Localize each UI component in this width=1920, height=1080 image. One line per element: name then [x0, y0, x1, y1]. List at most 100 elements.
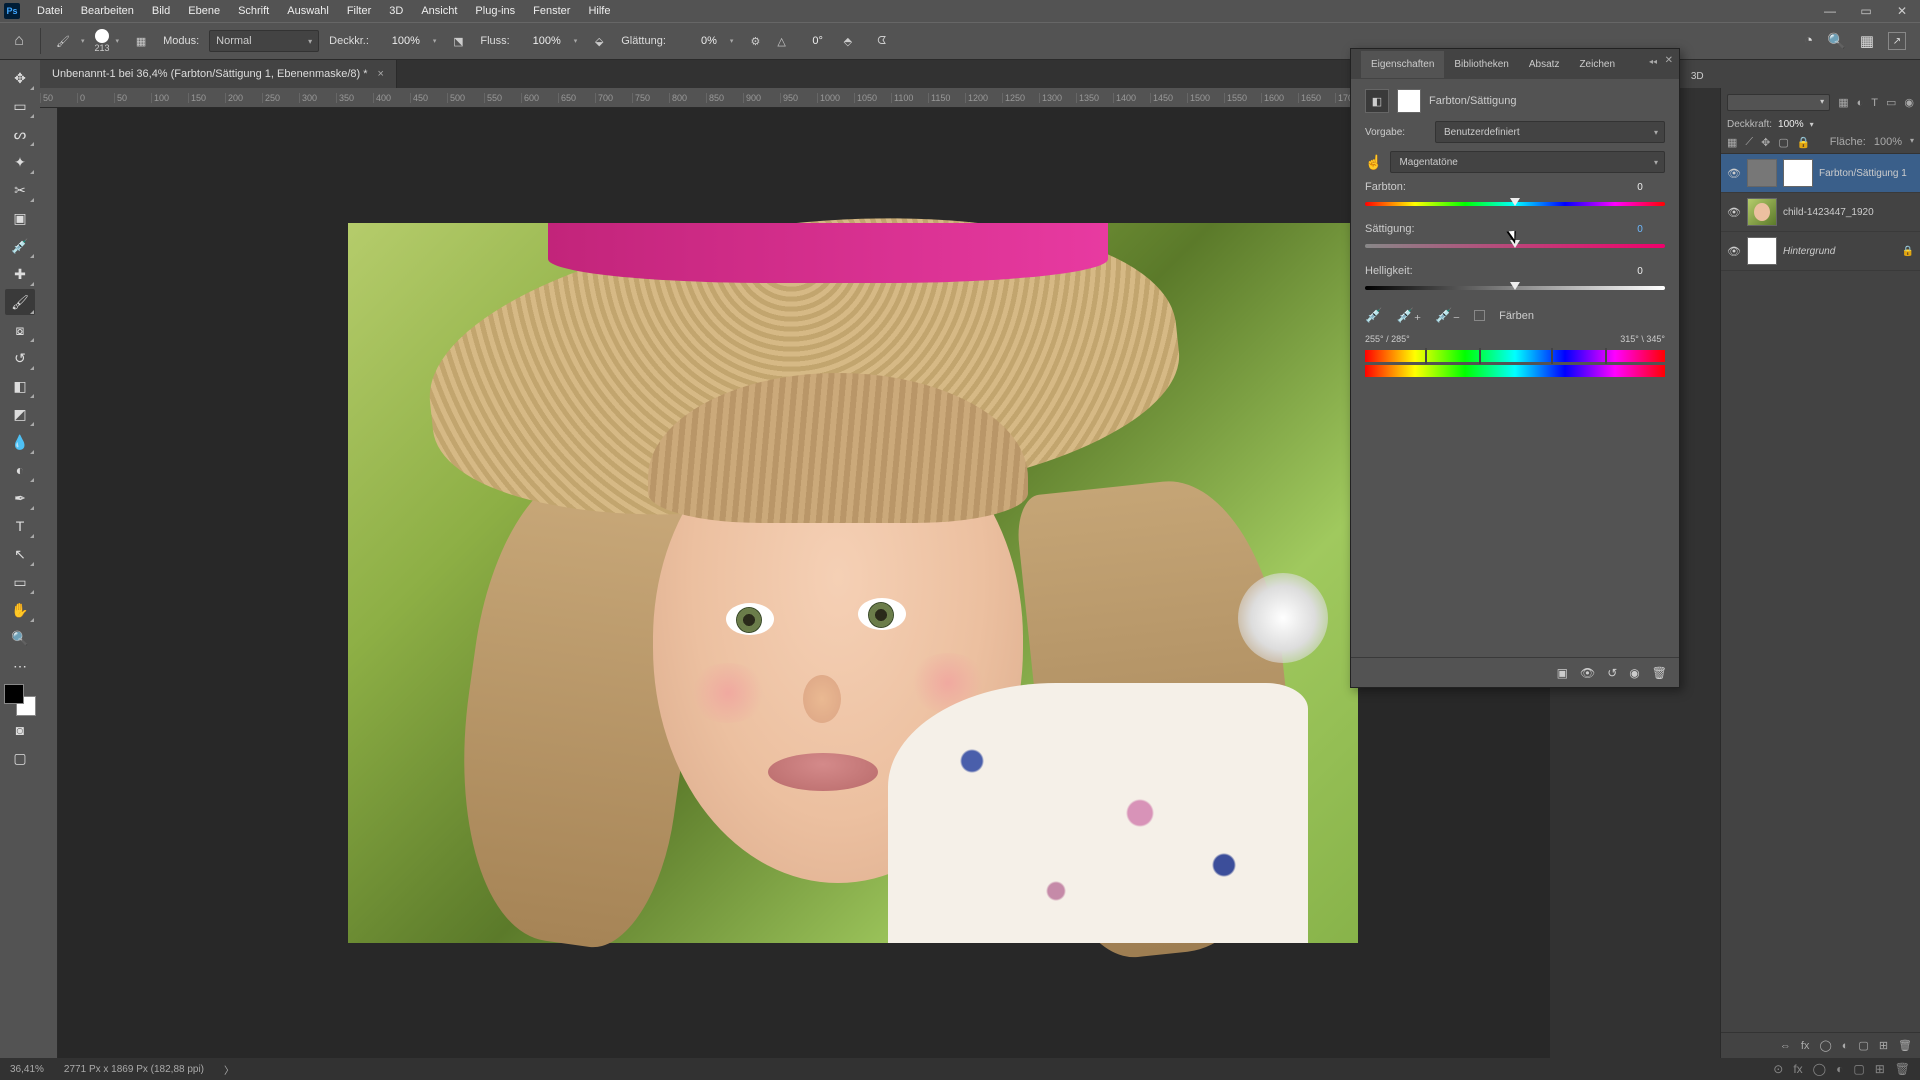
marquee-tool[interactable]: ▭ — [5, 93, 35, 119]
tab-eigenschaften[interactable]: Eigenschaften — [1361, 51, 1444, 78]
filter-icon[interactable]: ▦ — [1838, 96, 1848, 109]
filter-icon[interactable]: ▭ — [1886, 96, 1896, 109]
footer-icon[interactable]: ▢ — [1853, 1062, 1864, 1076]
footer-icon[interactable]: fx — [1793, 1062, 1802, 1076]
group-icon[interactable]: ▢ — [1858, 1039, 1868, 1052]
view-previous-icon[interactable]: 👁 — [1580, 666, 1595, 680]
smoothing-options-icon[interactable]: ⚙ — [743, 29, 767, 53]
stamp-tool[interactable]: ⧇ — [5, 317, 35, 343]
layer-row[interactable]: 👁 child-1423447_1920 — [1721, 193, 1920, 232]
menu-3d[interactable]: 3D — [380, 0, 412, 22]
symmetry-icon[interactable]: ᗧ — [870, 29, 894, 53]
hue-slider[interactable] — [1365, 199, 1665, 209]
menu-bearbeiten[interactable]: Bearbeiten — [72, 0, 143, 22]
link-icon[interactable]: ⇔ — [1780, 1040, 1791, 1052]
canvas-area[interactable] — [58, 108, 1550, 1058]
doc-info[interactable]: 2771 Px x 1869 Px (182,88 ppi) — [64, 1064, 204, 1075]
quick-mask-icon[interactable]: ◙ — [5, 717, 35, 743]
menu-datei[interactable]: Datei — [28, 0, 72, 22]
menu-fenster[interactable]: Fenster — [524, 0, 579, 22]
mask-thumb[interactable] — [1783, 159, 1813, 187]
brush-panel-icon[interactable]: ▦ — [129, 29, 153, 53]
minimize-button[interactable]: — — [1812, 0, 1848, 22]
blur-tool[interactable]: 💧 — [5, 429, 35, 455]
workspace-icon[interactable]: ▦ — [1860, 32, 1874, 50]
clip-icon[interactable]: ▣ — [1557, 666, 1568, 680]
restore-button[interactable]: ▭ — [1848, 0, 1884, 22]
history-brush-tool[interactable]: ↺ — [5, 345, 35, 371]
eraser-tool[interactable]: ◧ — [5, 373, 35, 399]
footer-icon[interactable]: ⊙ — [1773, 1062, 1783, 1076]
tab-bibliotheken[interactable]: Bibliotheken — [1444, 51, 1518, 78]
type-tool[interactable]: T — [5, 513, 35, 539]
lock-icon[interactable]: ▢ — [1778, 136, 1788, 149]
document-tab[interactable]: Unbenannt-1 bei 36,4% (Farbton/Sättigung… — [40, 60, 397, 88]
zoom-value[interactable]: 36,41% — [10, 1064, 44, 1075]
edit-toolbar[interactable]: ⋯ — [5, 653, 35, 679]
menu-plugins[interactable]: Plug-ins — [466, 0, 524, 22]
hand-tool[interactable]: ✋ — [5, 597, 35, 623]
saturation-input[interactable]: 0 — [1615, 224, 1665, 235]
chevron-down-icon[interactable]: ▾ — [81, 37, 85, 45]
visibility-icon[interactable]: 👁 — [1727, 167, 1741, 180]
visibility-icon[interactable]: 👁 — [1727, 206, 1741, 219]
layer-type-select[interactable] — [1727, 94, 1830, 111]
smoothing-input[interactable]: 0% — [676, 31, 720, 51]
wand-tool[interactable]: ✦ — [5, 149, 35, 175]
lightness-input[interactable]: 0 — [1615, 266, 1665, 277]
share-icon[interactable]: ↗ — [1888, 32, 1906, 50]
blend-mode-select[interactable]: Normal — [209, 30, 319, 52]
channel-select[interactable]: Magentatöne — [1390, 151, 1665, 173]
eyedropper-minus-icon[interactable]: 💉₋ — [1435, 307, 1460, 324]
colorize-checkbox[interactable] — [1474, 310, 1485, 321]
footer-icon[interactable]: 🗑 — [1895, 1062, 1910, 1076]
angle-input[interactable]: 0° — [796, 31, 826, 51]
chevron-down-icon[interactable]: ▾ — [574, 37, 578, 45]
finger-icon[interactable]: ☝ — [1365, 154, 1382, 171]
eyedropper-icon[interactable]: 💉 — [1365, 307, 1382, 324]
layer-opacity-value[interactable]: 100% — [1778, 119, 1804, 130]
close-tab-icon[interactable]: × — [378, 68, 384, 80]
menu-ebene[interactable]: Ebene — [179, 0, 229, 22]
mask-icon[interactable]: ◯ — [1819, 1039, 1831, 1052]
airbrush-icon[interactable]: ⬙ — [587, 29, 611, 53]
flow-input[interactable]: 100% — [520, 31, 564, 51]
cloud-docs-icon[interactable]: ◔ — [1804, 32, 1813, 50]
trash-icon[interactable]: 🗑 — [1898, 1039, 1912, 1052]
collapse-icon[interactable]: ◂◂ — [1649, 57, 1657, 66]
reset-icon[interactable]: ↺ — [1607, 666, 1617, 680]
new-layer-icon[interactable]: ⊞ — [1879, 1039, 1888, 1052]
heal-tool[interactable]: ✚ — [5, 261, 35, 287]
pressure-opacity-icon[interactable]: ⬔ — [446, 29, 470, 53]
color-range-spectrum[interactable] — [1365, 350, 1665, 377]
menu-schrift[interactable]: Schrift — [229, 0, 278, 22]
menu-filter[interactable]: Filter — [338, 0, 380, 22]
lock-all-icon[interactable]: 🔒 — [1797, 136, 1811, 149]
gradient-tool[interactable]: ◩ — [5, 401, 35, 427]
lightness-slider[interactable] — [1365, 283, 1665, 293]
tab-zeichen[interactable]: Zeichen — [1569, 51, 1625, 78]
color-swatch[interactable] — [4, 684, 36, 716]
path-select-tool[interactable]: ↖ — [5, 541, 35, 567]
layer-row[interactable]: 👁 Hintergrund 🔒 — [1721, 232, 1920, 271]
menu-auswahl[interactable]: Auswahl — [278, 0, 338, 22]
home-button[interactable]: ⌂ — [8, 30, 30, 52]
tool-preset-icon[interactable]: 🖌 — [51, 29, 75, 53]
screen-mode-icon[interactable]: ▢ — [5, 745, 35, 771]
pressure-size-icon[interactable]: ⬘ — [836, 29, 860, 53]
close-button[interactable]: ✕ — [1884, 0, 1920, 22]
chevron-down-icon[interactable]: ▾ — [730, 37, 734, 45]
footer-icon[interactable]: ◯ — [1813, 1062, 1826, 1076]
toggle-icon[interactable]: ◉ — [1629, 666, 1639, 680]
menu-ansicht[interactable]: Ansicht — [412, 0, 466, 22]
adjustment-icon[interactable]: ◐ — [1842, 1040, 1849, 1052]
dodge-tool[interactable]: ◐ — [5, 457, 35, 483]
trash-icon[interactable]: 🗑 — [1652, 666, 1667, 680]
crop-tool[interactable]: ✂ — [5, 177, 35, 203]
pen-tool[interactable]: ✒ — [5, 485, 35, 511]
preset-select[interactable]: Benutzerdefiniert — [1435, 121, 1665, 143]
lock-icon[interactable]: ⟋ — [1745, 136, 1753, 149]
fill-value[interactable]: 100% — [1874, 136, 1902, 149]
menu-bild[interactable]: Bild — [143, 0, 179, 22]
filter-icon[interactable]: ◉ — [1904, 96, 1914, 109]
